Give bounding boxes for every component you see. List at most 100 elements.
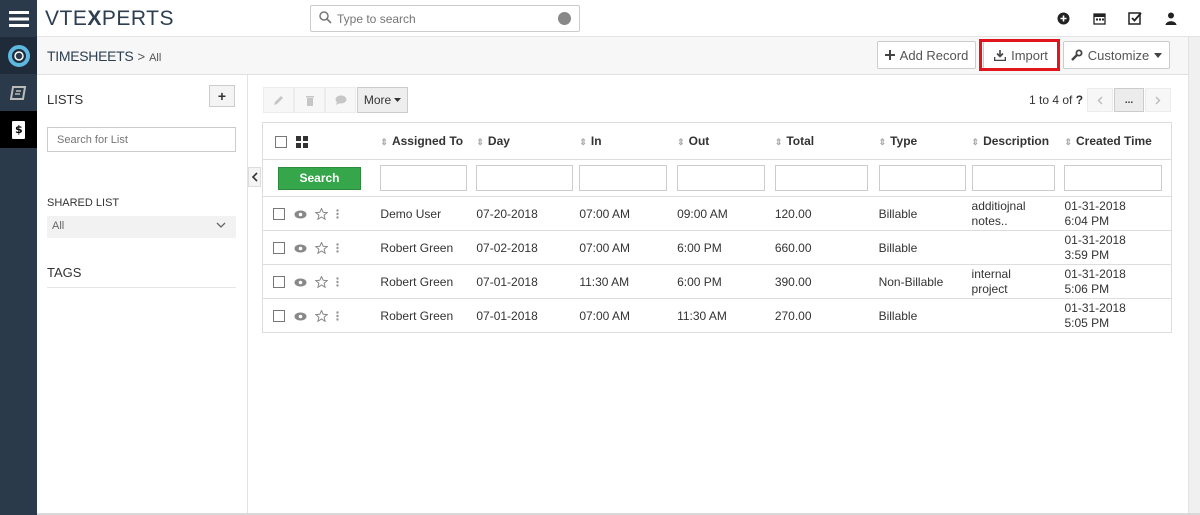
star-icon[interactable] — [315, 242, 328, 255]
select-all-checkbox[interactable] — [275, 135, 287, 148]
created-time: 5:05 PM — [1064, 315, 1110, 330]
cell-type: Non-Billable — [878, 264, 972, 299]
wrench-icon — [1070, 49, 1083, 61]
support-lifebuoy-icon[interactable] — [0, 37, 37, 74]
created-time: 3:59 PM — [1064, 247, 1110, 262]
column-header-assigned-to[interactable]: ⇕ Assigned To — [380, 122, 477, 160]
previous-page-button[interactable] — [1087, 88, 1113, 112]
column-label: Assigned To — [391, 134, 464, 148]
breadcrumb-separator: > — [137, 49, 146, 64]
filter-day-input[interactable] — [476, 165, 574, 191]
add-record-button[interactable]: Add Record — [877, 41, 976, 69]
global-search[interactable] — [310, 5, 580, 32]
row-checkbox[interactable] — [273, 310, 285, 323]
star-icon[interactable] — [315, 310, 328, 323]
row-checkbox[interactable] — [273, 276, 285, 289]
table-row[interactable]: Robert Green 07-01-2018 11:30 AM 6:00 PM… — [262, 264, 1172, 299]
row-checkbox[interactable] — [273, 208, 285, 221]
more-vertical-icon[interactable] — [336, 277, 339, 288]
add-list-button[interactable]: + — [209, 85, 235, 107]
search-options-chevron-icon[interactable] — [558, 12, 571, 25]
lists-sidebar: LISTS + SHARED LIST All TAGS — [37, 75, 248, 515]
cell-out: 6:00 PM — [677, 264, 775, 299]
row-actions — [262, 298, 381, 333]
app-rail: $ — [0, 0, 37, 515]
filter-created-time-input[interactable] — [1064, 165, 1163, 191]
shared-list-select[interactable]: All — [47, 216, 236, 238]
cell-total: 270.00 — [774, 298, 879, 333]
table-row[interactable]: Robert Green 07-01-2018 07:00 AM 11:30 A… — [262, 298, 1172, 333]
filter-assigned-to-input[interactable] — [380, 165, 467, 191]
projects-icon[interactable] — [0, 74, 37, 111]
calendar-icon[interactable] — [1092, 11, 1106, 25]
chevron-down-icon — [216, 222, 226, 228]
row-actions — [262, 196, 381, 231]
row-actions — [262, 264, 381, 299]
column-header-day[interactable]: ⇕ Day — [476, 122, 580, 160]
cell-created-time: 01-31-2018 3:59 PM — [1064, 230, 1172, 265]
filter-out-input[interactable] — [677, 165, 766, 191]
more-vertical-icon[interactable] — [336, 311, 339, 322]
filter-total-input[interactable] — [774, 165, 869, 191]
svg-text:$: $ — [15, 123, 23, 136]
eye-icon[interactable] — [294, 312, 307, 321]
page-scrollbar[interactable] — [1188, 37, 1200, 515]
hamburger-menu-icon[interactable] — [0, 0, 37, 37]
column-label: Day — [487, 134, 510, 148]
edit-button[interactable] — [263, 87, 294, 113]
more-vertical-icon[interactable] — [336, 243, 339, 254]
tasks-check-icon[interactable] — [1128, 11, 1142, 25]
delete-button[interactable] — [294, 87, 325, 113]
header-controls-cell — [262, 122, 381, 160]
column-label: Out — [688, 134, 710, 148]
filter-type-input[interactable] — [878, 165, 966, 191]
eye-icon[interactable] — [294, 278, 307, 287]
cell-in: 07:00 AM — [579, 196, 678, 231]
page-jump-button[interactable]: ... — [1114, 88, 1144, 112]
eye-icon[interactable] — [294, 244, 307, 253]
search-button[interactable]: Search — [278, 166, 361, 190]
list-search-input[interactable] — [47, 127, 236, 152]
eye-icon[interactable] — [294, 210, 307, 219]
filter-cell — [579, 159, 678, 197]
more-actions-dropdown[interactable]: More — [357, 87, 408, 113]
column-header-created-time[interactable]: ⇕ Created Time — [1064, 122, 1172, 160]
chevron-left-icon — [251, 172, 258, 182]
comment-icon — [335, 95, 346, 105]
description-line: internal — [971, 266, 1011, 281]
caret-down-icon — [394, 98, 402, 102]
timesheets-table: ⇕ Assigned To ⇕ Day ⇕ In ⇕ Out ⇕ Total ⇕ Type … — [262, 122, 1172, 333]
star-icon[interactable] — [315, 276, 328, 289]
more-vertical-icon[interactable] — [336, 209, 339, 220]
column-header-description[interactable]: ⇕ Description — [971, 122, 1065, 160]
cell-total: 390.00 — [774, 264, 879, 299]
collapse-sidebar-button[interactable] — [248, 167, 261, 187]
grid-layout-icon[interactable] — [296, 135, 309, 148]
comment-button[interactable] — [325, 87, 356, 113]
quick-create-icon[interactable] — [1056, 11, 1070, 25]
customize-button[interactable]: Customize — [1063, 41, 1170, 69]
sort-icon: ⇕ — [380, 137, 388, 147]
filter-in-input[interactable] — [579, 165, 668, 191]
cell-in: 07:00 AM — [579, 230, 678, 265]
table-row[interactable]: Robert Green 07-02-2018 07:00 AM 6:00 PM… — [262, 230, 1172, 265]
row-checkbox[interactable] — [273, 242, 285, 255]
timesheets-app-icon[interactable]: $ — [0, 111, 37, 148]
column-header-out[interactable]: ⇕ Out — [677, 122, 775, 160]
filter-description-input[interactable] — [971, 165, 1056, 191]
vtexperts-logo[interactable]: VTEXPERTS — [45, 7, 174, 31]
user-profile-icon[interactable] — [1164, 11, 1178, 25]
breadcrumb-module[interactable]: TIMESHEETS — [47, 48, 134, 64]
column-header-type[interactable]: ⇕ Type — [878, 122, 972, 160]
search-input[interactable] — [337, 10, 547, 28]
column-header-in[interactable]: ⇕ In — [579, 122, 678, 160]
star-icon[interactable] — [315, 208, 328, 221]
shared-list-heading: SHARED LIST — [47, 197, 120, 209]
filter-cell — [677, 159, 775, 197]
cell-out: 6:00 PM — [677, 230, 775, 265]
table-row[interactable]: Demo User 07-20-2018 07:00 AM 09:00 AM 1… — [262, 196, 1172, 231]
column-header-total[interactable]: ⇕ Total — [774, 122, 879, 160]
page-total[interactable]: ? — [1076, 93, 1083, 107]
next-page-button[interactable] — [1145, 88, 1171, 112]
chevron-left-icon — [1097, 96, 1103, 104]
